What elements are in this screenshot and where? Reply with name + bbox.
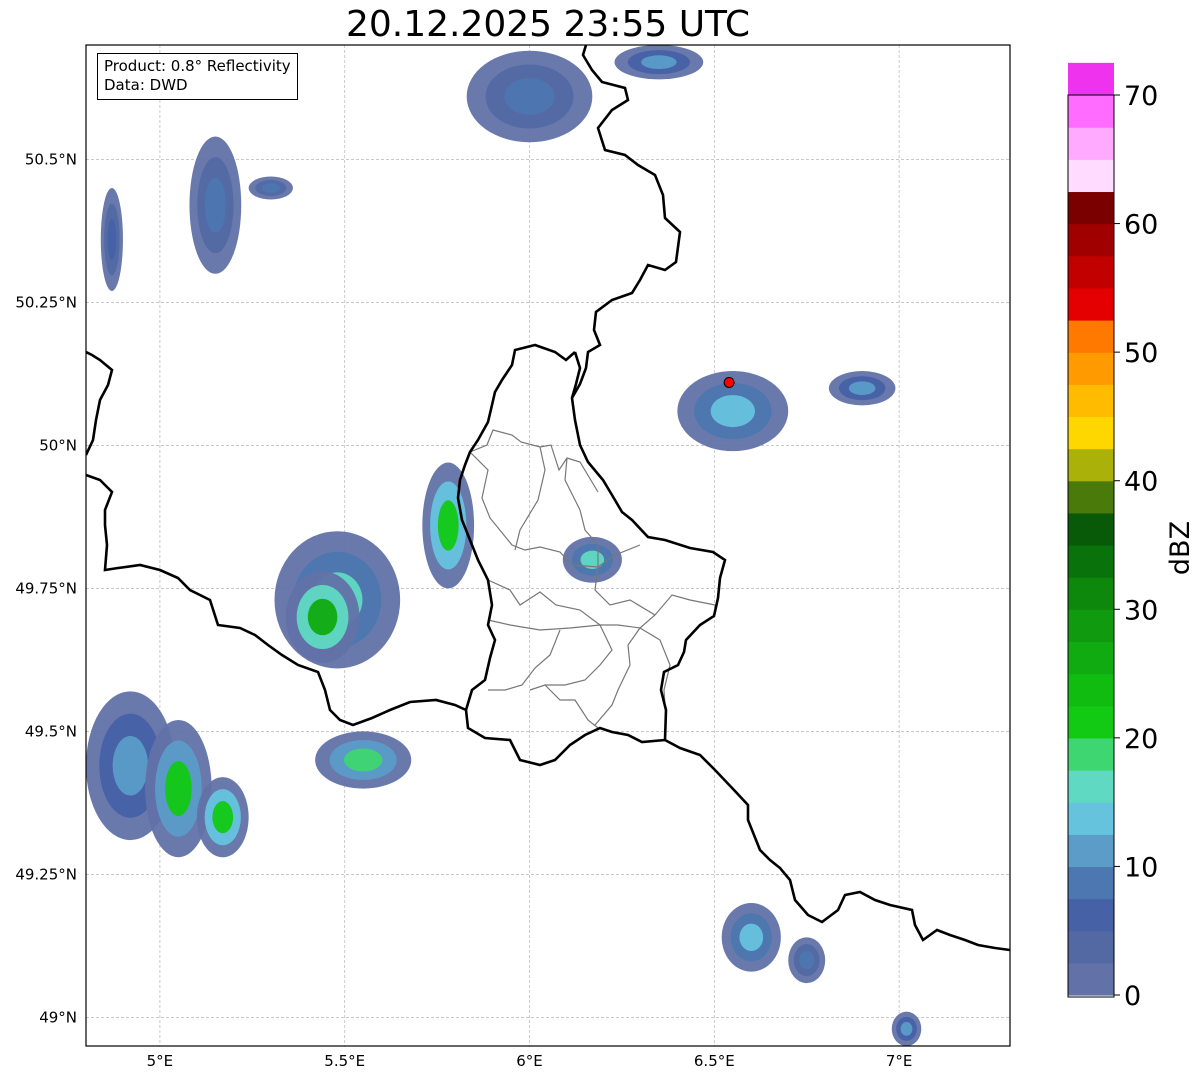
colorbar-swatch — [1068, 416, 1114, 450]
colorbar-swatch — [1068, 834, 1114, 868]
lon-tick-label: 6°E — [516, 1052, 543, 1070]
colorbar-tick-label: 60 — [1124, 210, 1158, 241]
lat-tick-label: 49.5°N — [25, 722, 77, 740]
colorbar-swatch — [1068, 384, 1114, 418]
radar-site-dot — [723, 376, 735, 388]
colorbar-ticks: 0 10 20 30 40 50 60 70 — [1114, 81, 1158, 1012]
echo-cell — [189, 136, 242, 274]
colorbar-tick-label: 0 — [1124, 981, 1141, 1012]
colorbar-swatch — [1068, 320, 1114, 353]
radar-site-marker — [723, 376, 735, 388]
colorbar-swatch — [1068, 287, 1114, 321]
lat-tick-label: 49°N — [39, 1008, 77, 1026]
echo-band — [504, 78, 555, 115]
lon-tick-label: 6.5°E — [694, 1052, 735, 1070]
colorbar-swatch — [1068, 545, 1114, 578]
lat-tick-label: 49.25°N — [15, 865, 77, 883]
echo-cell — [248, 176, 293, 200]
echo-band — [900, 1021, 913, 1036]
echo-cell — [196, 777, 249, 858]
colorbar-swatch — [1068, 159, 1114, 193]
colorbar-swatch — [1068, 191, 1114, 225]
product-label: Product: 0.8° Reflectivity — [104, 57, 291, 75]
echo-band — [107, 218, 117, 261]
echo-cell — [466, 50, 593, 143]
colorbar-swatch — [1068, 127, 1114, 160]
echo-band — [212, 801, 234, 834]
lat-tick-label: 50.25°N — [15, 293, 77, 311]
colorbar-swatch — [1068, 95, 1114, 128]
colorbar-swatch — [1068, 930, 1114, 964]
echo-band — [307, 598, 338, 636]
colorbar-swatch — [1068, 770, 1114, 803]
colorbar-swatch — [1068, 737, 1114, 771]
lon-tick-label: 7°E — [886, 1052, 913, 1070]
colorbar-swatch — [1068, 673, 1114, 707]
echo-cell — [100, 188, 123, 291]
colorbar-label: dBZ — [1165, 521, 1196, 575]
radar-map-figure: 5°E 5.5°E 6°E 6.5°E 7°E 50.5°N 50.25°N 50°N 49.7… — [15, 44, 1196, 1070]
echo-band — [437, 500, 459, 551]
echo-band — [799, 951, 815, 970]
colorbar-swatches — [1068, 62, 1114, 996]
echo-cell — [788, 937, 826, 984]
colorbar-swatch — [1068, 802, 1114, 835]
echo-cell — [828, 371, 896, 406]
colorbar-tick-label: 30 — [1124, 595, 1158, 626]
lat-tick-label: 49.75°N — [15, 579, 77, 597]
colorbar-swatch — [1068, 705, 1114, 739]
echo-band — [205, 177, 226, 233]
lat-tick-label: 50.5°N — [25, 150, 77, 168]
lon-tick-label: 5°E — [147, 1052, 174, 1070]
colorbar-swatch — [1068, 255, 1114, 289]
colorbar-tick-label: 70 — [1124, 81, 1158, 112]
colorbar-swatch — [1068, 480, 1114, 514]
echo-band — [343, 748, 383, 772]
colorbar-swatch — [1068, 448, 1114, 482]
colorbar-swatch — [1068, 641, 1114, 675]
echo-band — [710, 395, 755, 428]
echo-band — [641, 55, 677, 70]
colorbar-swatch — [1068, 898, 1114, 932]
echo-band — [261, 183, 280, 193]
colorbar-tick-label: 10 — [1124, 852, 1158, 883]
colorbar-tick-label: 40 — [1124, 467, 1158, 498]
colorbar: 0 10 20 30 40 50 60 70 dBZ — [1067, 62, 1196, 1012]
echo-cell — [315, 731, 412, 789]
echo-band — [739, 923, 764, 952]
echo-cell — [891, 1011, 922, 1046]
colorbar-swatch — [1068, 62, 1114, 96]
lat-tick-label: 50°N — [39, 436, 77, 454]
colorbar-swatch — [1068, 223, 1114, 257]
data-source-label: Data: DWD — [104, 76, 188, 94]
lon-tick-label: 5.5°E — [324, 1052, 365, 1070]
colorbar-swatch — [1068, 352, 1114, 385]
echo-band — [165, 761, 192, 817]
echo-band — [848, 381, 876, 396]
echo-cell — [285, 571, 360, 663]
echo-cell — [721, 903, 781, 972]
colorbar-swatch — [1068, 577, 1114, 610]
colorbar-swatch — [1068, 512, 1114, 546]
colorbar-swatch — [1068, 962, 1114, 996]
colorbar-swatch — [1068, 866, 1114, 900]
echo-cell — [614, 45, 704, 80]
colorbar-tick-label: 50 — [1124, 338, 1158, 369]
product-info-box: Product: 0.8° Reflectivity Data: DWD — [97, 53, 298, 100]
colorbar-tick-label: 20 — [1124, 724, 1158, 755]
echo-cell — [422, 462, 475, 589]
colorbar-swatch — [1068, 609, 1114, 643]
echo-cell — [562, 536, 622, 583]
echo-band — [112, 735, 149, 796]
